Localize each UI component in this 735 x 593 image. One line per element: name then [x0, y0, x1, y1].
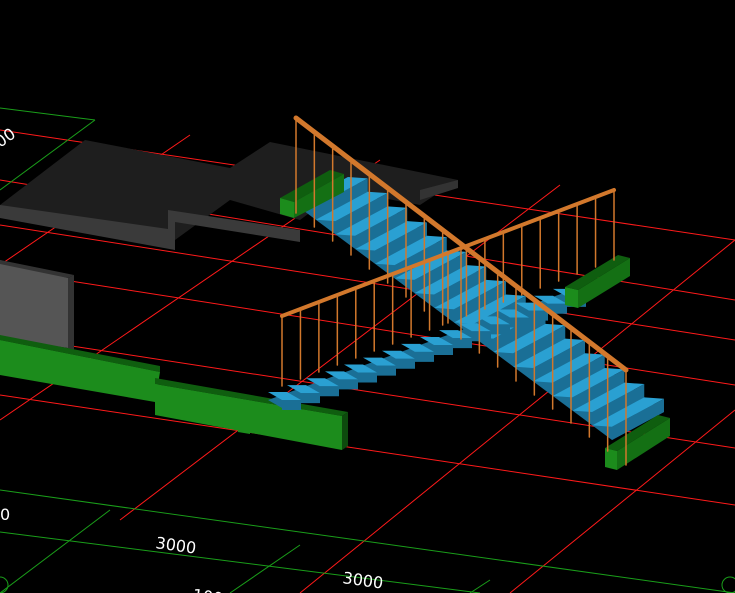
- beam-front: [238, 420, 250, 434]
- stair-riser: [453, 338, 472, 349]
- stair-riser: [301, 393, 320, 404]
- dimension-label: 0: [0, 505, 10, 524]
- stair-riser: [377, 365, 396, 376]
- viewport-background: [0, 0, 735, 593]
- stair-riser: [282, 400, 301, 410]
- beam-side: [342, 412, 348, 450]
- stair-riser: [529, 310, 548, 321]
- stair-riser: [510, 317, 529, 328]
- stair-riser: [320, 386, 339, 397]
- stair-riser: [396, 358, 415, 369]
- stair-riser: [339, 379, 358, 390]
- wall-edge: [68, 275, 74, 352]
- stair-riser: [434, 345, 453, 355]
- stair-riser: [415, 351, 434, 362]
- stair-riser: [491, 324, 510, 335]
- stair-riser: [472, 331, 491, 342]
- 3d-model-viewport[interactable]: 00 0 3000 3000 100: [0, 0, 735, 593]
- landing-front: [605, 448, 617, 470]
- landing-front: [565, 287, 578, 308]
- stair-riser: [358, 372, 377, 383]
